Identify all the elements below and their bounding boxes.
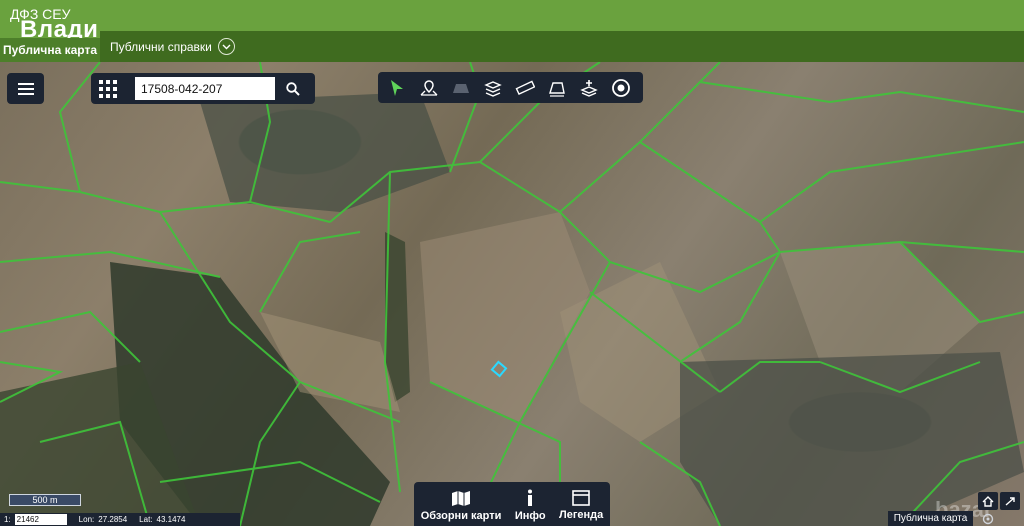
info-button[interactable]: Инфо: [515, 489, 546, 522]
target-icon: [612, 78, 630, 97]
scale-bar: 500 m: [9, 494, 81, 506]
expand-button[interactable]: [1000, 492, 1020, 510]
nav-public-reports-label: Публични справки: [110, 39, 212, 54]
location-tool[interactable]: [418, 77, 440, 99]
brand-logo[interactable]: ДФЗ СЕУ Влади Публична карта: [0, 0, 100, 62]
locate-icon: [982, 513, 994, 525]
polygon-icon: [453, 83, 469, 93]
nav-public-reports[interactable]: Публични справки: [110, 31, 235, 62]
overview-maps-button[interactable]: Обзорни карти: [420, 489, 502, 522]
home-button[interactable]: [978, 492, 998, 510]
select-icon: [391, 79, 403, 96]
chevron-down-icon[interactable]: [217, 38, 235, 55]
header-bar: [0, 0, 1024, 31]
menu-button[interactable]: [7, 73, 44, 104]
ruler-icon: [515, 80, 535, 95]
legend-label: Легенда: [559, 508, 604, 521]
search-button[interactable]: [281, 77, 305, 100]
info-icon: [528, 489, 533, 506]
layers-stack-icon: [484, 80, 502, 97]
ruler-tool[interactable]: [514, 77, 536, 99]
add-layer-icon: [580, 79, 598, 97]
polygon-tool[interactable]: [450, 77, 472, 99]
layers-tool[interactable]: [482, 77, 504, 99]
scale-ratio-input[interactable]: [14, 514, 67, 525]
legend-icon: [572, 489, 590, 506]
lon-label: Lon:: [78, 515, 95, 524]
corner-controls: [978, 492, 1024, 526]
apps-grid-icon[interactable]: [99, 80, 117, 98]
select-tool[interactable]: [386, 77, 408, 99]
search-input[interactable]: [135, 77, 275, 100]
target-tool[interactable]: [610, 77, 632, 99]
legend-button[interactable]: Легенда: [559, 489, 604, 521]
scale-ratio-prefix: 1:: [4, 515, 11, 524]
bottom-panel: Обзорни карти Инфо Легенда: [414, 482, 610, 526]
brand-subtitle: Публична карта: [0, 38, 100, 62]
expand-icon: [1005, 496, 1015, 506]
coordinate-bar: 1: Lon: 27.2854 Lat: 43.1474: [0, 513, 240, 526]
map-tools-panel: [378, 72, 643, 103]
parcel-overlay: [0, 62, 1024, 526]
info-label: Инфо: [514, 509, 546, 522]
map-canvas[interactable]: [0, 62, 1024, 526]
locate-button[interactable]: [980, 512, 996, 526]
lon-value: 27.2854: [98, 515, 128, 524]
map-icon: [452, 490, 471, 506]
area-measure-tool[interactable]: [546, 77, 568, 99]
lat-label: Lat:: [139, 515, 153, 524]
search-panel: [91, 73, 315, 104]
hamburger-icon: [17, 82, 34, 95]
search-icon: [286, 81, 300, 96]
overview-maps-label: Обзорни карти: [420, 509, 502, 522]
public-map-badge[interactable]: Публична карта: [888, 511, 973, 526]
home-icon: [982, 495, 994, 507]
lat-value: 43.1474: [156, 515, 186, 524]
location-pin-icon: [420, 79, 438, 96]
area-measure-icon: [549, 81, 565, 97]
add-layer-tool[interactable]: [578, 77, 600, 99]
